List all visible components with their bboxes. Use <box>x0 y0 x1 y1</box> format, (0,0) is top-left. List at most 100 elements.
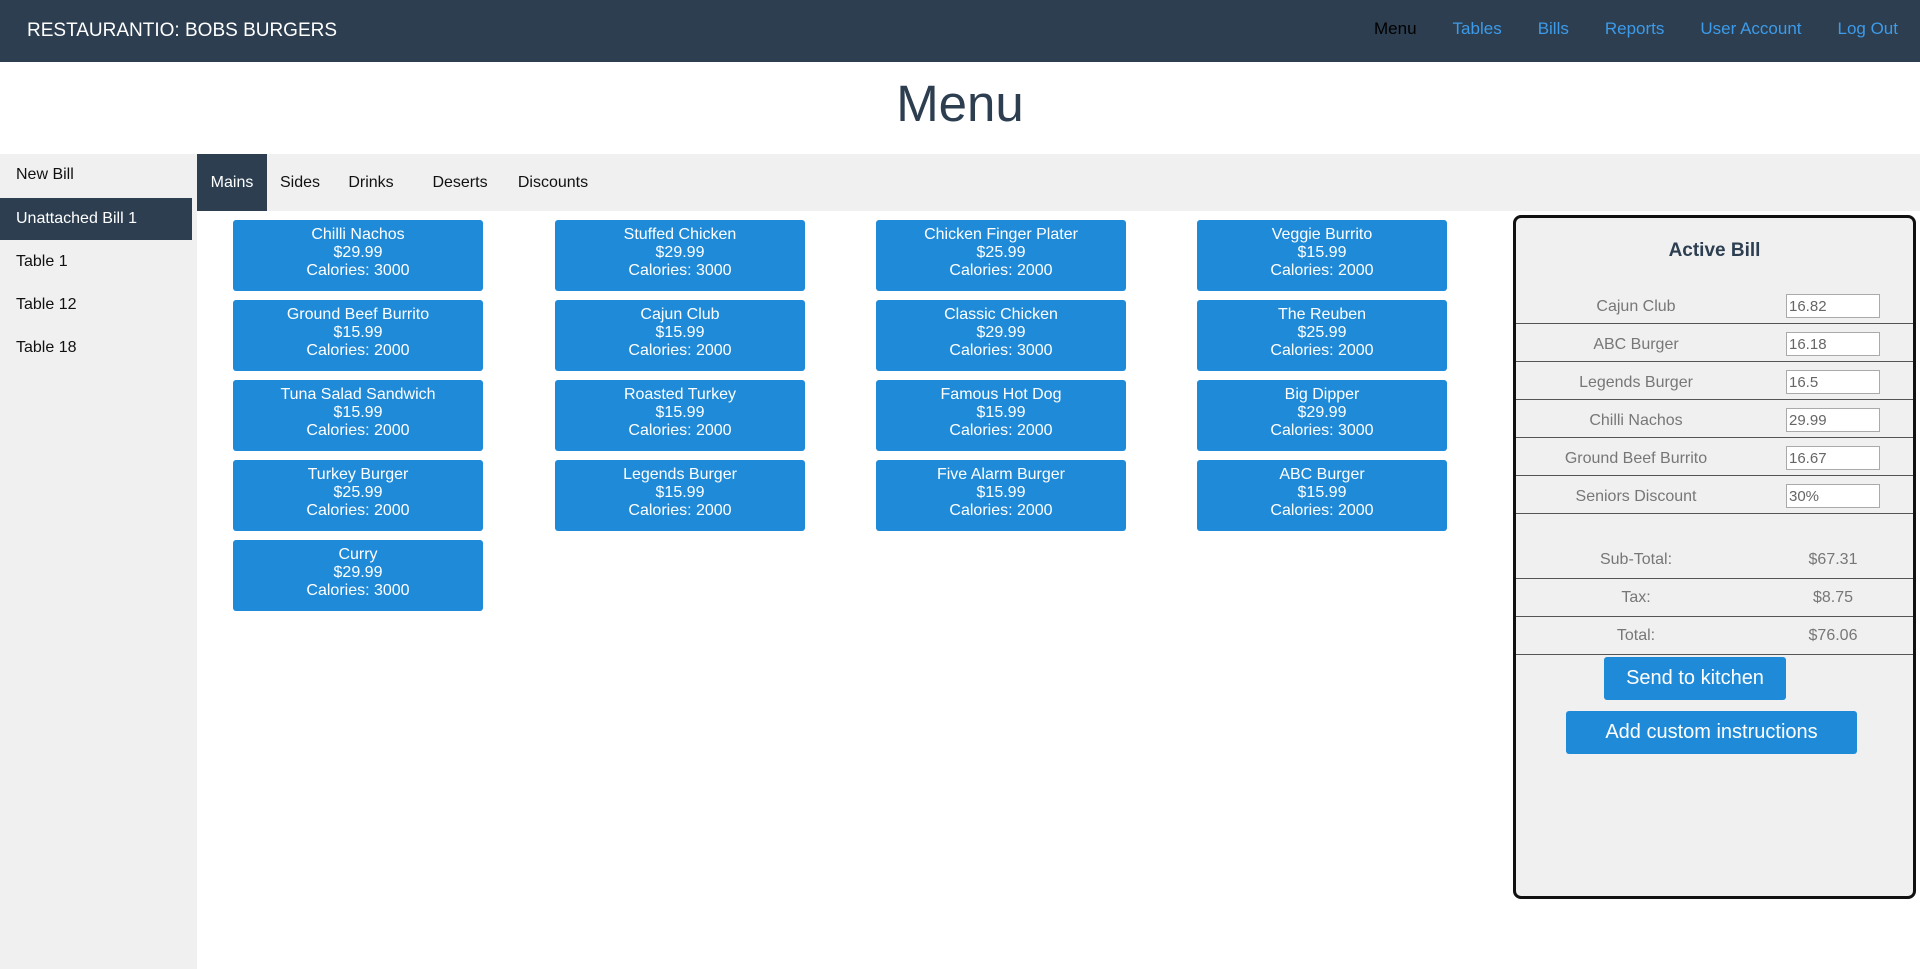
menu-item-calories: Calories: 2000 <box>628 342 732 359</box>
nav-bills[interactable]: Bills <box>1538 0 1569 62</box>
menu-item-name: Famous Hot Dog <box>940 386 1062 403</box>
menu-item-ground-beef-burrito[interactable]: Ground Beef Burrito $15.99 Calories: 200… <box>233 300 483 371</box>
tab-deserts[interactable]: Deserts <box>429 154 491 211</box>
nav-user-account[interactable]: User Account <box>1700 0 1801 62</box>
menu-item-the-reuben[interactable]: The Reuben $25.99 Calories: 2000 <box>1197 300 1447 371</box>
bill-sidebar: New Bill Unattached Bill 1 Table 1 Table… <box>0 154 197 969</box>
menu-item-name: Legends Burger <box>623 466 737 483</box>
bill-item-price-input[interactable] <box>1786 294 1880 318</box>
menu-item-name: Curry <box>338 546 378 563</box>
menu-item-calories: Calories: 3000 <box>628 262 732 279</box>
menu-item-calories: Calories: 2000 <box>306 502 410 519</box>
menu-item-calories: Calories: 3000 <box>306 262 410 279</box>
menu-item-name: Tuna Salad Sandwich <box>280 386 436 403</box>
total-label: Total: <box>1616 627 1656 644</box>
tab-discounts[interactable]: Discounts <box>515 154 591 211</box>
top-navbar: RESTAURANTIO: BOBS BURGERS Menu Tables B… <box>0 0 1920 62</box>
menu-item-name: Classic Chicken <box>944 306 1058 323</box>
total-row: Total: $76.06 <box>1516 617 1913 655</box>
bill-item-price-input[interactable] <box>1786 408 1880 432</box>
menu-item-famous-hot-dog[interactable]: Famous Hot Dog $15.99 Calories: 2000 <box>876 380 1126 451</box>
menu-item-price: $29.99 <box>1297 404 1347 421</box>
bill-line-item: Seniors Discount <box>1516 476 1913 514</box>
sidebar-item-table-12[interactable]: Table 12 <box>0 284 192 326</box>
menu-item-name: ABC Burger <box>1279 466 1365 483</box>
menu-item-stuffed-chicken[interactable]: Stuffed Chicken $29.99 Calories: 3000 <box>555 220 805 291</box>
active-bill-panel: Active Bill Cajun Club ABC Burger Legend… <box>1513 215 1916 899</box>
bill-item-price-input[interactable] <box>1786 370 1880 394</box>
sidebar-item-unattached-bill-1[interactable]: Unattached Bill 1 <box>0 198 192 240</box>
menu-item-calories: Calories: 2000 <box>949 502 1053 519</box>
send-to-kitchen-button[interactable]: Send to kitchen <box>1604 657 1786 700</box>
nav-tables[interactable]: Tables <box>1453 0 1502 62</box>
menu-item-tuna-salad-sandwich[interactable]: Tuna Salad Sandwich $15.99 Calories: 200… <box>233 380 483 451</box>
bill-line-item: Legends Burger <box>1516 362 1913 400</box>
bill-item-name: Ground Beef Burrito <box>1564 450 1708 467</box>
menu-item-price: $15.99 <box>333 324 383 341</box>
menu-item-name: The Reuben <box>1277 306 1367 323</box>
menu-item-big-dipper[interactable]: Big Dipper $29.99 Calories: 3000 <box>1197 380 1447 451</box>
menu-item-price: $15.99 <box>655 324 705 341</box>
tab-drinks[interactable]: Drinks <box>346 154 396 211</box>
menu-item-cajun-club[interactable]: Cajun Club $15.99 Calories: 2000 <box>555 300 805 371</box>
sidebar-item-new-bill[interactable]: New Bill <box>0 154 192 196</box>
menu-item-price: $29.99 <box>333 564 383 581</box>
menu-item-veggie-burrito[interactable]: Veggie Burrito $15.99 Calories: 2000 <box>1197 220 1447 291</box>
bill-line-item: ABC Burger <box>1516 324 1913 362</box>
add-custom-instructions-button[interactable]: Add custom instructions <box>1566 711 1857 754</box>
menu-item-calories: Calories: 2000 <box>949 422 1053 439</box>
bill-item-name: Chilli Nachos <box>1589 412 1683 429</box>
tab-sides[interactable]: Sides <box>275 154 325 211</box>
total-value: $76.06 <box>1808 627 1858 644</box>
bill-item-price-input[interactable] <box>1786 484 1880 508</box>
menu-item-classic-chicken[interactable]: Classic Chicken $29.99 Calories: 3000 <box>876 300 1126 371</box>
bill-item-name: ABC Burger <box>1593 336 1679 353</box>
menu-item-name: Cajun Club <box>640 306 720 323</box>
menu-item-turkey-burger[interactable]: Turkey Burger $25.99 Calories: 2000 <box>233 460 483 531</box>
menu-item-calories: Calories: 2000 <box>628 422 732 439</box>
bill-item-name: Seniors Discount <box>1575 488 1697 505</box>
sidebar-item-table-1[interactable]: Table 1 <box>0 241 192 283</box>
menu-item-legends-burger[interactable]: Legends Burger $15.99 Calories: 2000 <box>555 460 805 531</box>
menu-item-five-alarm-burger[interactable]: Five Alarm Burger $15.99 Calories: 2000 <box>876 460 1126 531</box>
menu-item-curry[interactable]: Curry $29.99 Calories: 3000 <box>233 540 483 611</box>
bill-item-name: Cajun Club <box>1596 298 1676 315</box>
tax-label: Tax: <box>1621 589 1651 606</box>
menu-item-price: $15.99 <box>976 484 1026 501</box>
menu-item-roasted-turkey[interactable]: Roasted Turkey $15.99 Calories: 2000 <box>555 380 805 451</box>
menu-item-calories: Calories: 2000 <box>949 262 1053 279</box>
menu-item-price: $15.99 <box>655 484 705 501</box>
bill-line-item: Chilli Nachos <box>1516 400 1913 438</box>
menu-item-calories: Calories: 2000 <box>306 422 410 439</box>
menu-item-name: Stuffed Chicken <box>623 226 737 243</box>
tax-value: $8.75 <box>1812 589 1854 606</box>
menu-item-calories: Calories: 3000 <box>1270 422 1374 439</box>
nav-menu[interactable]: Menu <box>1374 0 1417 62</box>
category-tabbar: Mains Sides Drinks Deserts Discounts <box>197 154 1920 211</box>
menu-item-name: Five Alarm Burger <box>936 466 1066 483</box>
bill-item-price-input[interactable] <box>1786 446 1880 470</box>
bill-line-item: Cajun Club <box>1516 286 1913 324</box>
menu-item-name: Roasted Turkey <box>623 386 737 403</box>
menu-item-calories: Calories: 3000 <box>949 342 1053 359</box>
menu-item-name: Chicken Finger Plater <box>924 226 1078 243</box>
menu-item-price: $15.99 <box>976 404 1026 421</box>
menu-item-name: Veggie Burrito <box>1271 226 1373 243</box>
sidebar-item-table-18[interactable]: Table 18 <box>0 327 192 369</box>
menu-item-price: $15.99 <box>333 404 383 421</box>
menu-item-calories: Calories: 2000 <box>628 502 732 519</box>
app-brand: RESTAURANTIO: BOBS BURGERS <box>27 20 338 41</box>
bill-item-price-input[interactable] <box>1786 332 1880 356</box>
menu-item-chicken-finger-plater[interactable]: Chicken Finger Plater $25.99 Calories: 2… <box>876 220 1126 291</box>
menu-item-abc-burger[interactable]: ABC Burger $15.99 Calories: 2000 <box>1197 460 1447 531</box>
menu-item-name: Big Dipper <box>1284 386 1360 403</box>
nav-log-out[interactable]: Log Out <box>1838 0 1899 62</box>
nav-reports[interactable]: Reports <box>1605 0 1665 62</box>
menu-item-price: $15.99 <box>1297 244 1347 261</box>
menu-item-price: $15.99 <box>1297 484 1347 501</box>
menu-item-price: $29.99 <box>333 244 383 261</box>
menu-item-price: $29.99 <box>976 324 1026 341</box>
tab-mains[interactable]: Mains <box>197 154 267 211</box>
menu-item-chilli-nachos[interactable]: Chilli Nachos $29.99 Calories: 3000 <box>233 220 483 291</box>
subtotal-row: Sub-Total: $67.31 <box>1516 541 1913 579</box>
